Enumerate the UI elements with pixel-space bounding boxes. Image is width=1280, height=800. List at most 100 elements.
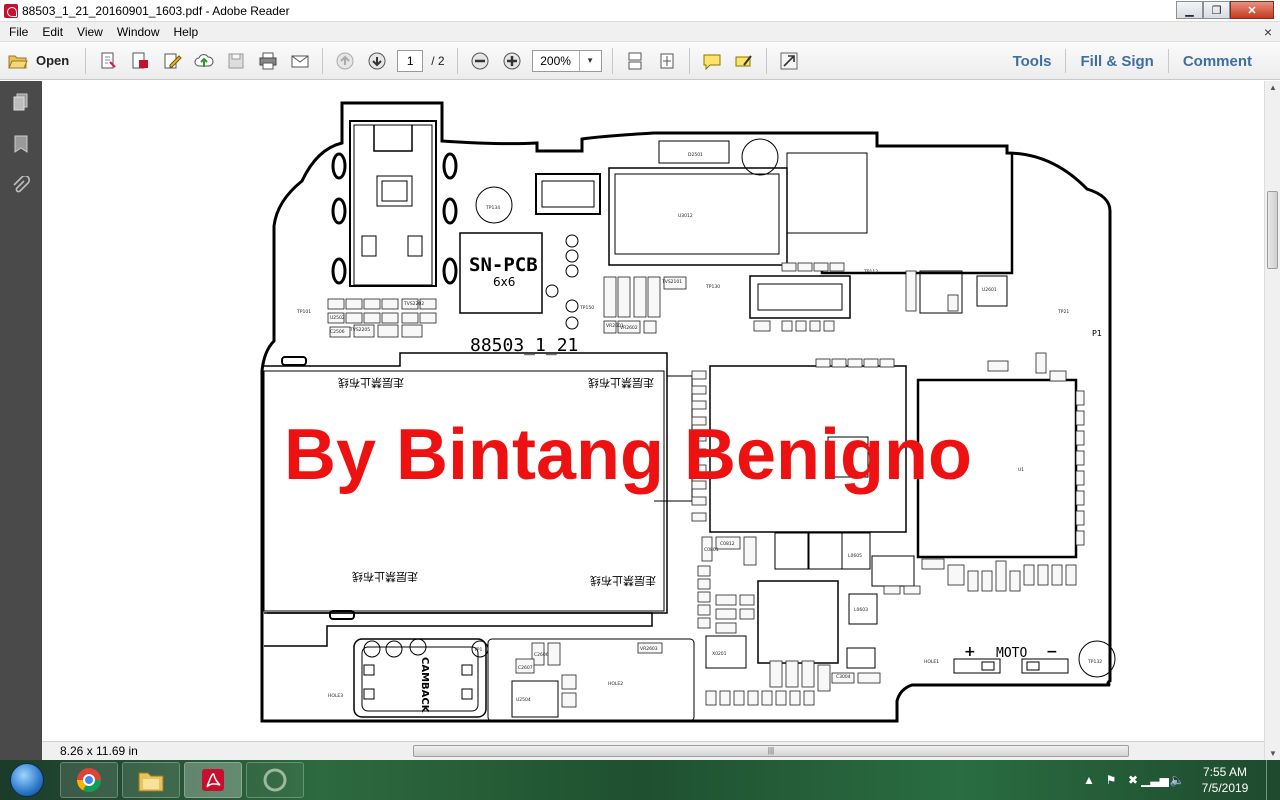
full-screen-button[interactable] [775, 47, 803, 75]
sn-pcb-size: 6x6 [493, 275, 515, 289]
moto-label: MOTO [996, 646, 1027, 661]
component-label: HOLE2 [608, 681, 623, 687]
cloud-upload-icon [194, 53, 214, 67]
tp-label: TP101 [296, 309, 311, 315]
component-label: C0801 [704, 547, 719, 553]
zoom-in-button[interactable] [498, 47, 526, 75]
navigation-pane [0, 81, 42, 760]
print-button[interactable] [254, 47, 282, 75]
p1-label: P1 [1092, 329, 1102, 338]
edit-pdf-button[interactable] [158, 47, 186, 75]
next-page-button[interactable] [363, 47, 391, 75]
zoom-select[interactable]: 200% ▼ [531, 49, 602, 72]
fit-page-icon [660, 53, 674, 68]
component-label: HOLE1 [924, 659, 939, 665]
tools-link[interactable]: Tools [999, 53, 1066, 70]
fit-page-button[interactable] [653, 47, 681, 75]
keepout-label-2: 走层禁止布线 [588, 376, 654, 390]
previous-page-button[interactable] [331, 47, 359, 75]
menu-help[interactable]: Help [167, 22, 206, 42]
component-label: VR2602 [620, 325, 638, 331]
create-pdf-button[interactable] [94, 47, 122, 75]
component-label: U2601 [982, 287, 997, 293]
component-label: U3012 [678, 213, 693, 219]
system-tray: ▲ ⚑ ✖ ▁▃▅ 🔈 7:55 AM 7/5/2019 [1078, 760, 1280, 800]
scroll-up-icon[interactable]: ▲ [1269, 83, 1277, 92]
fill-sign-link[interactable]: Fill & Sign [1066, 53, 1167, 70]
component-label: C2606 [534, 652, 549, 658]
paperclip-icon [13, 176, 31, 193]
create-pdf-icon [101, 52, 116, 68]
printer-icon [259, 52, 277, 69]
start-button[interactable] [4, 761, 50, 799]
component-label: L0603 [854, 607, 868, 613]
volume-icon[interactable]: 🔈 [1166, 760, 1188, 800]
vertical-scroll-thumb[interactable] [1267, 191, 1278, 269]
taskbar-adobe-reader[interactable] [184, 762, 242, 798]
maximize-button[interactable]: ❐ [1203, 1, 1230, 19]
bookmarks-button[interactable] [0, 123, 42, 165]
minimize-button[interactable]: ▁ [1176, 1, 1203, 19]
horizontal-scroll-thumb[interactable]: ||| [413, 745, 1129, 757]
vertical-scrollbar[interactable]: ▲ ▼ [1264, 81, 1280, 760]
component-label: U1 [1018, 467, 1024, 473]
moto-plus-label: + [964, 644, 976, 660]
chrome-icon [77, 768, 101, 793]
taskbar-app[interactable] [246, 762, 304, 798]
component-label: TVS2205 [349, 327, 370, 333]
attachments-button[interactable] [0, 165, 42, 207]
board-code-label: 88503_1_21 [470, 335, 578, 356]
component-label: U2502 [330, 315, 345, 321]
zoom-out-button[interactable] [466, 47, 494, 75]
upload-button[interactable] [190, 47, 218, 75]
zoom-value: 200% [540, 53, 571, 68]
moto-minus-label: − [1046, 644, 1058, 660]
edit-pdf-icon [164, 53, 182, 68]
minus-circle-icon [471, 52, 489, 69]
page-size: 8.26 x 11.69 in [60, 744, 138, 758]
taskbar-chrome[interactable] [60, 762, 118, 798]
component-label: C2506 [330, 329, 345, 335]
taskbar-explorer[interactable] [122, 762, 180, 798]
highlight-button[interactable] [730, 47, 758, 75]
pages-icon [13, 93, 28, 111]
tray-expand-icon[interactable]: ▲ [1078, 760, 1100, 800]
plus-circle-icon [503, 52, 521, 69]
component-label: D2501 [688, 152, 703, 158]
menu-edit[interactable]: Edit [35, 22, 70, 42]
sticky-note-button[interactable] [698, 47, 726, 75]
close-button[interactable]: ✕ [1230, 1, 1274, 19]
keepout-label-3: 走层禁止布线 [352, 570, 418, 584]
menu-view[interactable]: View [70, 22, 110, 42]
show-desktop-button[interactable] [1266, 760, 1280, 800]
menu-window[interactable]: Window [110, 22, 167, 42]
page-number-input[interactable]: 1 [397, 49, 424, 72]
tp-label: TP112 [863, 269, 878, 275]
menu-file[interactable]: File [2, 22, 35, 42]
flag-icon[interactable]: ⚑ [1100, 760, 1122, 800]
document-view[interactable]: SN-PCB 6x6 88503_1_21 走层禁止布线 走层禁止布线 走层禁止… [42, 81, 1264, 741]
document-close-button[interactable]: × [1264, 24, 1272, 40]
chevron-down-icon[interactable]: ▼ [578, 50, 601, 71]
envelope-icon [291, 55, 309, 67]
expand-icon [780, 52, 798, 69]
export-pdf-button[interactable] [126, 47, 154, 75]
component-label: C3004 [836, 674, 851, 680]
email-button[interactable] [286, 47, 314, 75]
toolbar-separator [456, 47, 458, 74]
scroll-down-icon[interactable]: ▼ [1269, 749, 1277, 758]
save-button[interactable] [222, 47, 250, 75]
clock[interactable]: 7:55 AM 7/5/2019 [1188, 764, 1262, 796]
task-pane-links: Tools Fill & Sign Comment [999, 42, 1266, 80]
toolbar-separator [765, 47, 767, 74]
tp-label: TP134 [485, 205, 500, 211]
camback-label: CAMBACK [419, 657, 430, 714]
scroll-mode-button[interactable] [621, 47, 649, 75]
scroll-pages-icon [628, 52, 642, 69]
open-button[interactable]: Open [8, 47, 79, 75]
comment-link[interactable]: Comment [1169, 53, 1266, 70]
network-signal-icon[interactable]: ▁▃▅ [1141, 760, 1169, 800]
horizontal-scrollbar[interactable]: ||| [157, 744, 1257, 758]
window-controls: ▁ ❐ ✕ [1176, 1, 1274, 19]
page-thumbnails-button[interactable] [0, 81, 42, 123]
